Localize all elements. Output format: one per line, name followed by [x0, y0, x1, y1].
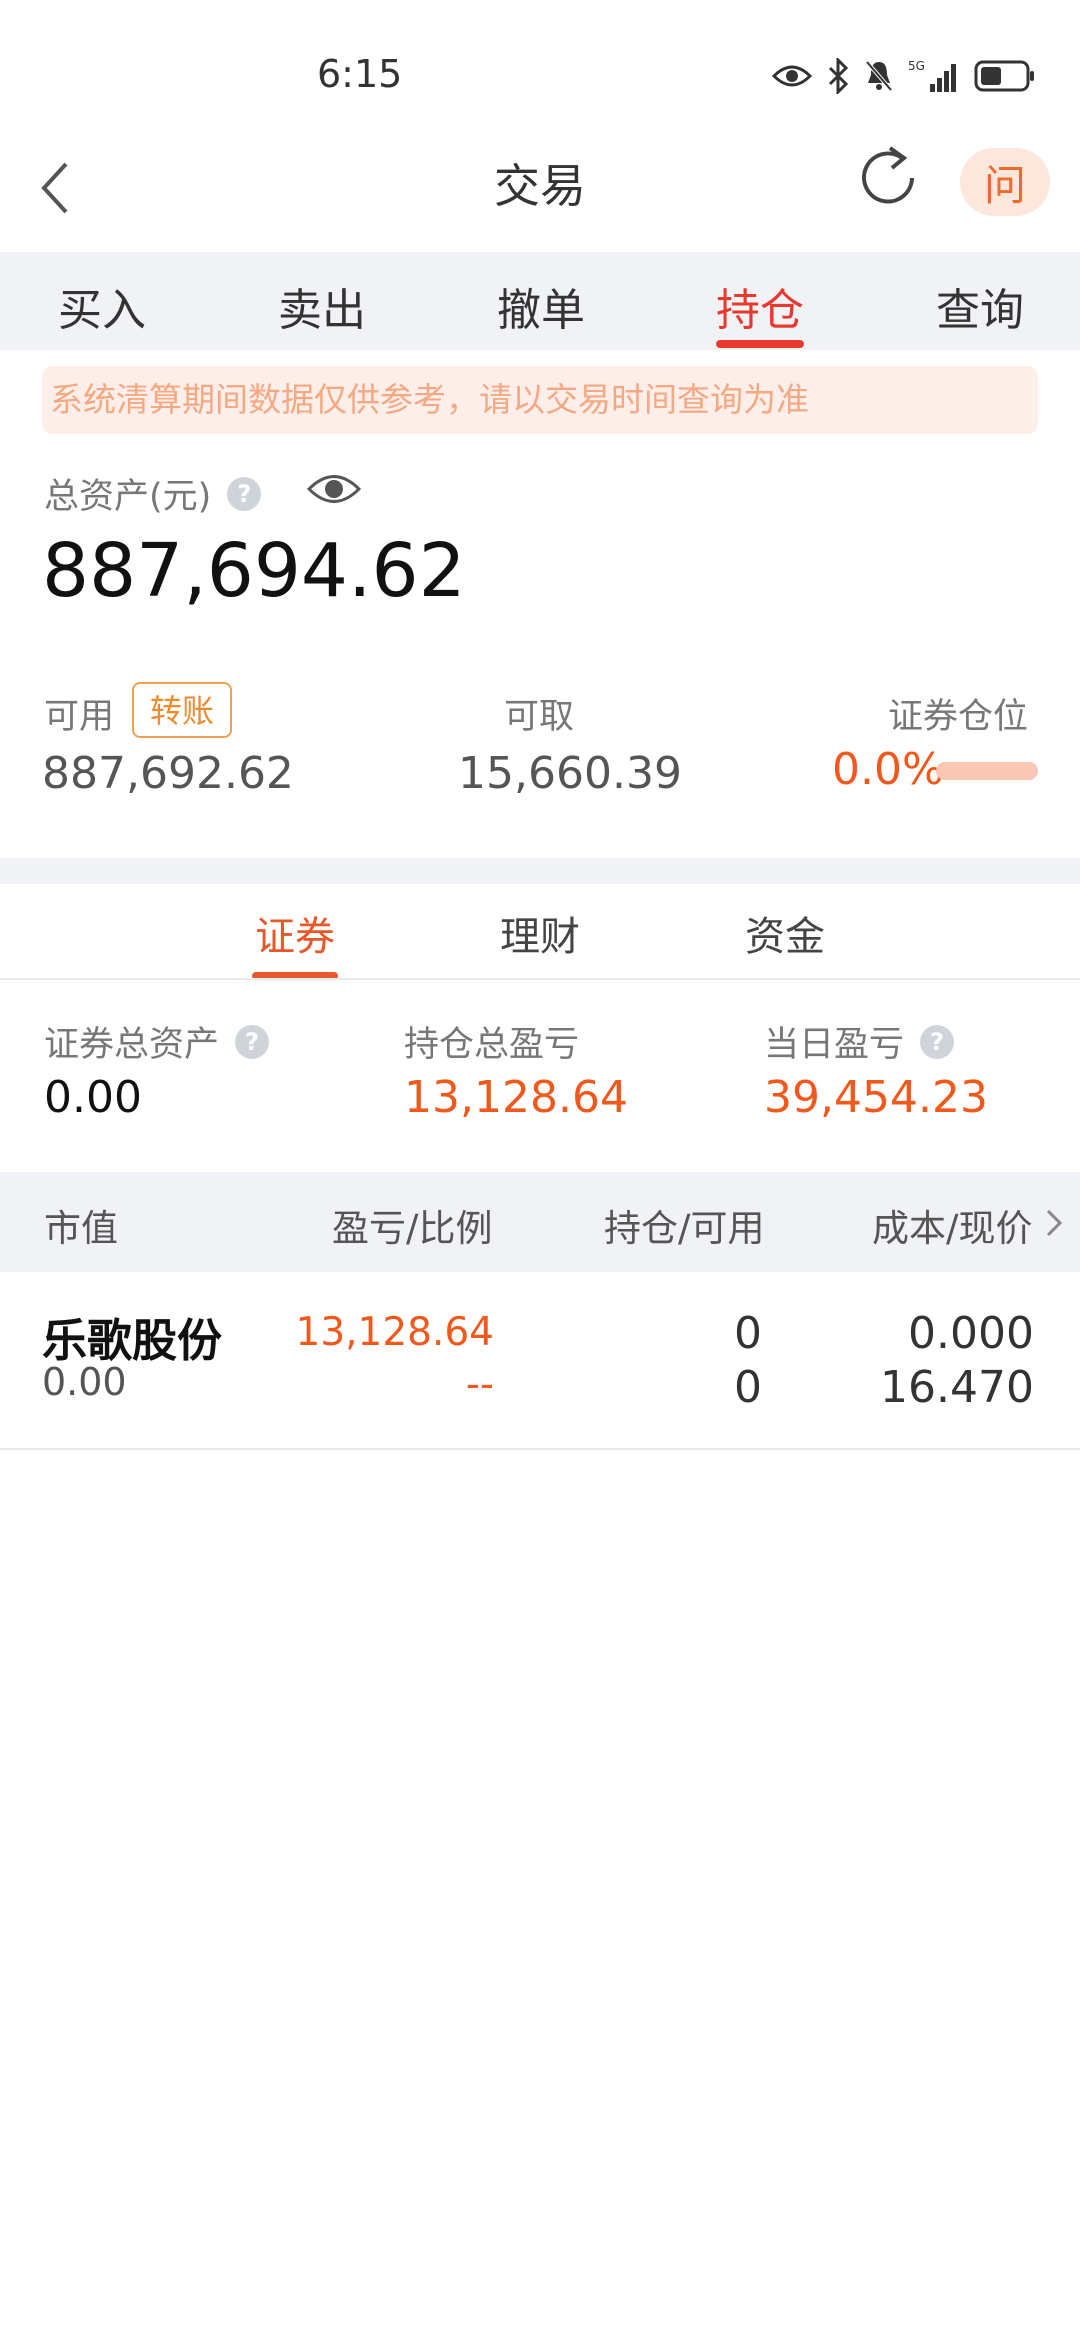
tab-sell[interactable]: 卖出: [278, 274, 366, 338]
bluetooth-icon: [828, 58, 849, 94]
pnl-ratio: --: [465, 1362, 494, 1407]
withdrawable-value: 15,660.39: [458, 748, 682, 799]
ask-button[interactable]: 问: [960, 148, 1050, 216]
tab-positions[interactable]: 持仓: [716, 274, 804, 338]
daily-pnl-value: 39,454.23: [764, 1072, 988, 1123]
total-assets-label-text: 总资产(元): [44, 477, 212, 517]
holding-pnl-label: 持仓总盈亏: [404, 1025, 580, 1065]
notice-banner: 系统清算期间数据仅供参考，请以交易时间查询为准: [42, 366, 1038, 434]
row-divider: [0, 1448, 1080, 1450]
market-value: 0.00: [42, 1360, 127, 1404]
eye-icon: [772, 65, 812, 87]
position-label: 证券仓位: [888, 697, 1029, 737]
transfer-button[interactable]: 转账: [132, 682, 232, 738]
securities-total-label-text: 证券总资产: [44, 1025, 220, 1065]
pnl-value: 13,128.64: [295, 1310, 495, 1355]
signal-icon: 5G: [908, 59, 956, 92]
tab-buy[interactable]: 买入: [58, 274, 146, 338]
status-time: 6:15: [317, 52, 403, 96]
table-row[interactable]: 乐歌股份 0.00 13,128.64 -- 0 0 0.000 16.470: [0, 1274, 1080, 1448]
tab-query[interactable]: 查询: [936, 274, 1024, 338]
position-value: 0.0%: [832, 744, 944, 795]
refresh-icon: [862, 146, 914, 204]
column-pnl-ratio[interactable]: 盈亏/比例: [332, 1198, 492, 1252]
column-holding-available[interactable]: 持仓/可用: [604, 1198, 764, 1252]
status-icons: 5G: [772, 54, 1036, 98]
section-divider: [0, 858, 1080, 884]
securities-total-value: 0.00: [44, 1072, 142, 1123]
help-icon[interactable]: ?: [920, 1024, 955, 1059]
help-icon[interactable]: ?: [227, 476, 262, 511]
svg-text:5G: 5G: [908, 59, 925, 73]
cost-price: 0.000: [908, 1308, 1034, 1359]
available-qty: 0: [734, 1362, 762, 1413]
available-label: 可用: [44, 697, 115, 737]
chevron-right-icon: [1046, 1209, 1063, 1237]
main-tab-bar: 买入 卖出 撤单 持仓 查询: [0, 252, 1080, 350]
current-price: 16.470: [880, 1362, 1034, 1413]
daily-pnl-label-text: 当日盈亏: [764, 1025, 905, 1065]
help-icon[interactable]: ?: [235, 1024, 270, 1059]
subtab-securities[interactable]: 证券: [255, 904, 335, 962]
table-header: 市值 盈亏/比例 持仓/可用 成本/现价: [0, 1172, 1080, 1272]
column-market-value[interactable]: 市值: [44, 1198, 118, 1252]
eye-icon: [306, 475, 362, 503]
battery-icon: [974, 60, 1034, 92]
holding-pnl-value: 13,128.64: [404, 1072, 628, 1123]
tab-cancel-order[interactable]: 撤单: [497, 274, 585, 338]
subtab-wealth[interactable]: 理财: [500, 904, 580, 962]
securities-total-label: 证券总资产 ?: [44, 1016, 270, 1067]
total-assets-value: 887,694.62: [42, 528, 466, 614]
holding-qty: 0: [734, 1308, 762, 1359]
subtab-funds[interactable]: 资金: [745, 904, 825, 962]
daily-pnl-label: 当日盈亏 ?: [764, 1016, 955, 1067]
position-bar: [936, 762, 1038, 780]
available-value: 887,692.62: [42, 748, 294, 799]
mute-bell-icon: [865, 60, 893, 92]
refresh-button[interactable]: [858, 142, 920, 208]
total-assets-label: 总资产(元) ?: [44, 468, 262, 519]
subtab-divider: [0, 978, 1080, 980]
toggle-visibility-button[interactable]: [306, 470, 362, 512]
column-cost-price[interactable]: 成本/现价: [872, 1198, 1032, 1252]
withdrawable-label: 可取: [504, 697, 575, 737]
active-tab-indicator: [716, 340, 804, 348]
